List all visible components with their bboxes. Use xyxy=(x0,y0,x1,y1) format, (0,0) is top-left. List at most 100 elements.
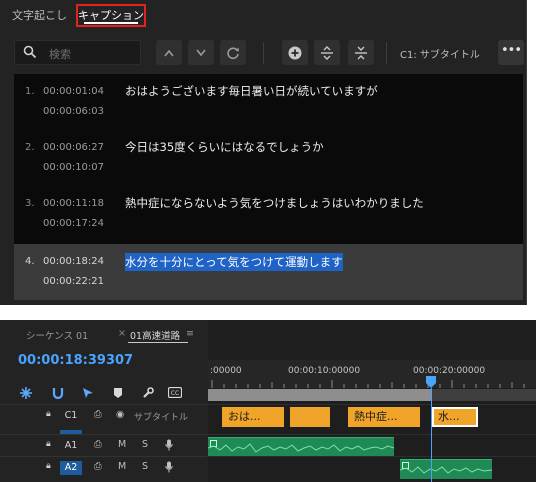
marker-icon[interactable] xyxy=(113,387,123,402)
track-caption-label: サブタイトル xyxy=(134,413,189,423)
microphone-icon[interactable] xyxy=(165,439,173,454)
audio-clip[interactable] xyxy=(400,459,492,479)
work-area-range[interactable] xyxy=(208,389,431,401)
track-name-a2[interactable]: A2 xyxy=(60,461,82,475)
tab-captions[interactable]: キャプション xyxy=(76,4,146,27)
search-icon xyxy=(23,45,37,59)
toggle-output-icon[interactable]: ⎙ xyxy=(94,461,102,472)
caption-track-lane[interactable]: おは... 熱中症... 水... xyxy=(208,404,536,427)
active-tab-underline xyxy=(128,342,188,343)
caption-out-time[interactable]: 00:00:22:21 xyxy=(43,276,104,287)
caption-text[interactable]: 水分を十分にとって気をつけて運動します xyxy=(125,253,343,271)
caption-in-time[interactable]: 00:00:01:04 xyxy=(43,86,104,97)
eye-icon[interactable]: ◉ xyxy=(116,409,124,420)
plus-circle-icon xyxy=(288,46,302,59)
work-area-bar[interactable] xyxy=(208,389,536,401)
audio-track-a1-lane[interactable] xyxy=(208,434,536,457)
search-input[interactable]: 検索 xyxy=(14,40,141,65)
caption-text[interactable]: おはようございます毎日暑い日が続いていますが xyxy=(125,83,378,99)
playhead-timecode[interactable]: 00:00:18:39307 xyxy=(18,353,133,368)
tab-highway-sequence[interactable]: 01高速道路 xyxy=(130,328,180,342)
caption-in-time[interactable]: 00:00:06:27 xyxy=(43,142,104,153)
caption-text[interactable]: 今日は35度くらいにはなるでしょうか xyxy=(125,139,324,155)
caption-text[interactable]: 熱中症にならないよう気をつけましょうはいわかりました xyxy=(125,195,424,211)
playhead-line[interactable] xyxy=(431,388,432,482)
lock-icon[interactable]: 🔒︎ xyxy=(46,461,51,471)
solo-button[interactable]: S xyxy=(142,439,148,450)
ruler-ticks xyxy=(211,380,525,388)
captions-panel: 文字起こし キャプション 検索 C1: サブタイトル ••• 1. 00:00:… xyxy=(0,0,527,305)
split-caption-button[interactable] xyxy=(314,40,340,65)
close-tab-icon[interactable]: × xyxy=(118,328,126,339)
caption-clip[interactable]: 熱中症... xyxy=(348,407,420,427)
caption-clip[interactable]: おは... xyxy=(222,407,284,427)
waveform-icon xyxy=(400,466,492,474)
svg-text:CC: CC xyxy=(171,390,179,397)
timeline-panel: シーケンス 01 × 01高速道路 ≡ 00:00:18:39307 CC 🔒︎… xyxy=(0,320,536,482)
replace-button[interactable] xyxy=(220,40,246,65)
caption-out-time[interactable]: 00:00:17:24 xyxy=(43,218,104,229)
tab-transcript[interactable]: 文字起こし xyxy=(12,4,67,27)
track-header-c1[interactable]: 🔒︎ C1 ⎙ ◉ サブタイトル xyxy=(0,404,207,426)
search-placeholder: 検索 xyxy=(49,48,71,61)
microphone-icon[interactable] xyxy=(165,461,173,476)
merge-captions-button[interactable] xyxy=(348,40,374,65)
previous-caption-button[interactable] xyxy=(156,40,182,65)
caption-out-time[interactable]: 00:00:06:03 xyxy=(43,106,104,117)
snap-icon[interactable] xyxy=(52,387,64,402)
chevron-up-icon xyxy=(164,49,174,56)
toolbar-divider xyxy=(386,42,387,64)
caption-out-time[interactable]: 00:00:10:07 xyxy=(43,162,104,173)
panel-menu-icon[interactable]: ≡ xyxy=(186,328,194,339)
lock-icon[interactable]: 🔒︎ xyxy=(46,409,51,419)
panel-tabbar: 文字起こし キャプション xyxy=(0,0,526,30)
add-caption-button[interactable] xyxy=(282,40,308,65)
merge-icon xyxy=(355,46,367,59)
toggle-output-icon[interactable]: ⎙ xyxy=(94,439,102,450)
track-header-a1[interactable]: 🔒︎ A1 ⎙ M S xyxy=(0,434,207,456)
chevron-down-icon xyxy=(196,49,206,56)
refresh-icon xyxy=(227,46,239,59)
timeline-area[interactable]: :00000 00:00:10:00000 00:00:20:00000 おは.… xyxy=(208,320,536,482)
track-header-pane: シーケンス 01 × 01高速道路 ≡ 00:00:18:39307 CC 🔒︎… xyxy=(0,320,207,482)
caption-number: 1. xyxy=(25,86,35,97)
toggle-output-icon[interactable]: ⎙ xyxy=(94,409,102,420)
next-caption-button[interactable] xyxy=(188,40,214,65)
audio-track-a2-lane[interactable] xyxy=(208,456,536,479)
caption-row[interactable]: 1. 00:00:01:04 00:00:06:03 おはようございます毎日暑い… xyxy=(14,74,523,130)
tab-sequence-01[interactable]: シーケンス 01 xyxy=(26,328,88,342)
caption-list: 1. 00:00:01:04 00:00:06:03 おはようございます毎日暑い… xyxy=(14,74,523,300)
split-icon xyxy=(321,45,333,60)
caption-in-time[interactable]: 00:00:11:18 xyxy=(43,198,104,209)
track-name-c1[interactable]: C1 xyxy=(60,409,82,423)
caption-number: 2. xyxy=(25,142,35,153)
ruler-label: 00:00:10:00000 xyxy=(288,366,361,376)
caption-number: 3. xyxy=(25,198,35,209)
ruler-label: 00:00:20:00000 xyxy=(413,366,486,376)
solo-button[interactable]: S xyxy=(142,461,148,472)
caption-clip-selected[interactable]: 水... xyxy=(432,407,478,427)
caption-clip[interactable] xyxy=(290,407,330,427)
more-options-button[interactable]: ••• xyxy=(498,40,524,65)
waveform-icon xyxy=(208,443,394,453)
track-header-a2[interactable]: 🔒︎ A2 ⎙ M S xyxy=(0,456,207,478)
audio-clip[interactable] xyxy=(208,437,394,457)
linked-selection-icon[interactable] xyxy=(82,387,94,402)
wrench-icon[interactable] xyxy=(142,387,154,402)
lock-icon[interactable]: 🔒︎ xyxy=(46,439,51,449)
caption-row-selected[interactable]: 4. 00:00:18:24 00:00:22:21 水分を十分にとって気をつけ… xyxy=(14,244,523,300)
timeline-tools: CC xyxy=(0,384,207,406)
mute-button[interactable]: M xyxy=(118,461,126,472)
captions-cc-icon[interactable]: CC xyxy=(167,386,183,401)
time-ruler[interactable]: :00000 00:00:10:00000 00:00:20:00000 xyxy=(208,360,536,388)
playhead-handle[interactable] xyxy=(426,376,436,388)
nest-icon[interactable] xyxy=(20,387,32,402)
track-name-a1[interactable]: A1 xyxy=(60,439,82,453)
caption-row[interactable]: 2. 00:00:06:27 00:00:10:07 今日は35度くらいにはなる… xyxy=(14,130,523,186)
mute-button[interactable]: M xyxy=(118,439,126,450)
captions-toolbar: 検索 C1: サブタイトル ••• xyxy=(0,34,526,70)
caption-row[interactable]: 3. 00:00:11:18 00:00:17:24 熱中症にならないよう気をつ… xyxy=(14,186,523,242)
caption-track-selector[interactable]: C1: サブタイトル xyxy=(400,46,480,61)
ruler-label: :00000 xyxy=(210,366,242,376)
caption-in-time[interactable]: 00:00:18:24 xyxy=(43,256,104,267)
